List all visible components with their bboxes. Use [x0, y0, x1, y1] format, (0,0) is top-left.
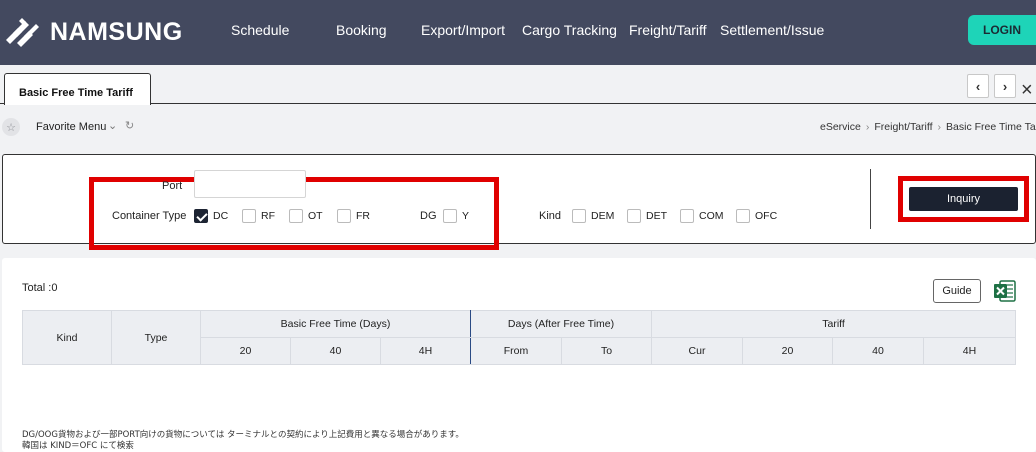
breadcrumb-separator-icon: › — [937, 121, 942, 133]
breadcrumb-freight-tariff[interactable]: Freight/Tariff — [874, 121, 932, 133]
checkbox-det-label: DET — [646, 210, 667, 222]
tab-basic-free-time-tariff[interactable]: Basic Free Time Tariff — [4, 73, 151, 105]
chevron-left-icon: ‹ — [975, 78, 981, 94]
excel-export-icon[interactable] — [993, 279, 1017, 303]
dg-label: DG — [420, 210, 437, 222]
breadcrumb-eservice[interactable]: eService — [820, 121, 861, 133]
checkbox-det[interactable] — [627, 209, 641, 223]
note-line-2: 韓国は KIND＝OFC にて検索 — [22, 441, 134, 451]
tariff-table: Kind Type Basic Free Time (Days) Days (A… — [22, 310, 1017, 365]
col-tariff-40: 40 — [832, 337, 925, 365]
col-bft-4h: 4H — [379, 337, 472, 365]
col-tariff-20: 20 — [742, 337, 834, 365]
nav-schedule[interactable]: Schedule — [231, 22, 289, 38]
nav-booking[interactable]: Booking — [336, 22, 387, 38]
star-icon[interactable]: ☆ — [2, 118, 20, 136]
checkbox-dem-label: DEM — [591, 210, 615, 222]
col-type: Type — [111, 310, 201, 365]
checkbox-ofc[interactable] — [736, 209, 750, 223]
kind-label: Kind — [539, 210, 562, 222]
col-bft-20: 20 — [200, 337, 291, 365]
checkbox-ofc-label: OFC — [755, 210, 778, 222]
refresh-icon[interactable]: ↻ — [125, 119, 134, 132]
col-tariff-4h: 4H — [923, 337, 1017, 365]
panel-divider — [870, 169, 871, 229]
top-navigation-bar: NAMSUNG Schedule Booking Export/Import C… — [0, 0, 1036, 65]
col-bft-40: 40 — [290, 337, 381, 365]
checkbox-dem[interactable] — [572, 209, 586, 223]
col-days-after-free-time: Days (After Free Time) — [470, 310, 653, 338]
container-type-label: Container Type — [112, 210, 187, 222]
checkbox-com[interactable] — [680, 209, 694, 223]
tab-next-button[interactable]: › — [994, 74, 1016, 98]
tab-strip — [0, 65, 1036, 104]
port-input[interactable] — [194, 170, 306, 198]
checkbox-dc-label: DC — [213, 210, 229, 222]
breadcrumb-current: Basic Free Time Tariff — [946, 121, 1036, 133]
col-days-to: To — [561, 337, 653, 365]
breadcrumb: eService › Freight/Tariff › Basic Free Time … — [820, 121, 1036, 133]
checkbox-dc[interactable] — [194, 209, 208, 223]
checkbox-fr-label: FR — [356, 210, 370, 222]
nav-cargo-tracking[interactable]: Cargo Tracking — [522, 22, 617, 38]
close-tab-icon[interactable]: × — [1021, 80, 1033, 100]
checkbox-rf-label: RF — [261, 210, 275, 222]
col-days-from: From — [470, 337, 563, 365]
chevron-right-icon: › — [1002, 78, 1008, 94]
favorite-menu-label[interactable]: Favorite Menu — [36, 121, 106, 133]
total-count: Total :0 — [22, 282, 58, 294]
col-tariff: Tariff — [651, 310, 1017, 338]
nav-export-import[interactable]: Export/Import — [421, 22, 505, 38]
checkbox-fr[interactable] — [337, 209, 351, 223]
checkbox-com-label: COM — [699, 210, 724, 222]
login-button[interactable]: LOGIN — [968, 15, 1036, 45]
port-label: Port — [162, 180, 183, 192]
inquiry-button[interactable]: Inquiry — [909, 187, 1018, 211]
brand-logo[interactable]: NAMSUNG — [4, 14, 183, 50]
chevron-down-icon[interactable]: ⌄ — [108, 119, 117, 132]
checkbox-rf[interactable] — [242, 209, 256, 223]
tab-label: Basic Free Time Tariff — [19, 87, 133, 99]
guide-button[interactable]: Guide — [933, 279, 981, 303]
tab-prev-button[interactable]: ‹ — [967, 74, 989, 98]
checkbox-ot-label: OT — [308, 210, 323, 222]
col-tariff-cur: Cur — [651, 337, 744, 365]
col-kind: Kind — [22, 310, 112, 365]
checkbox-dg-y[interactable] — [443, 209, 457, 223]
brand-name: NAMSUNG — [50, 17, 183, 46]
breadcrumb-separator-icon: › — [865, 121, 870, 133]
namsung-logo-icon — [6, 18, 39, 47]
col-basic-free-time: Basic Free Time (Days) — [199, 310, 472, 338]
checkbox-dg-y-label: Y — [462, 210, 470, 222]
checkbox-ot[interactable] — [289, 209, 303, 223]
nav-settlement-issue[interactable]: Settlement/Issue — [720, 22, 824, 38]
nav-freight-tariff[interactable]: Freight/Tariff — [629, 22, 707, 38]
